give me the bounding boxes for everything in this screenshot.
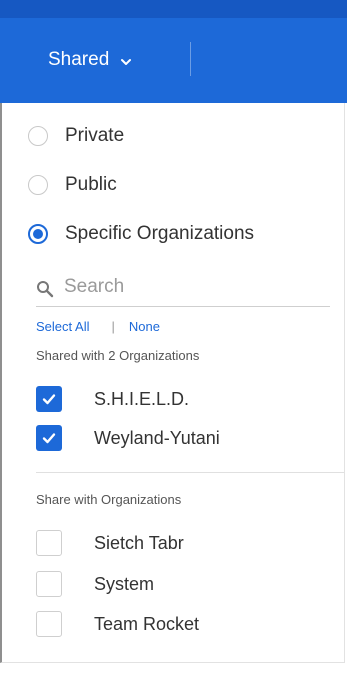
radio-public[interactable]: Public [28,174,117,196]
header-top-strip [0,0,347,18]
org-item-weyland-yutani[interactable]: Weyland-Yutani [36,425,220,451]
radio-specific-organizations[interactable]: Specific Organizations [28,223,254,245]
org-label: Sietch Tabr [94,532,184,553]
org-label: S.H.I.E.L.D. [94,388,190,409]
radio-circle-icon[interactable] [28,126,48,146]
org-item-shield[interactable]: S.H.I.E.L.D. [36,386,189,412]
checkbox-unchecked-icon[interactable] [36,571,62,597]
header-bar: Shared [0,0,347,103]
bulk-select-links: Select All | None [36,319,160,334]
checkbox-unchecked-icon[interactable] [36,530,62,556]
radio-circle-icon[interactable] [28,175,48,195]
link-separator: | [111,319,115,334]
org-label: Team Rocket [94,613,200,634]
shared-section-title: Shared with 2 Organizations [36,348,200,363]
section-divider [36,472,344,473]
radio-selected-icon[interactable] [28,224,48,244]
app-frame: Shared Private Public Specific Organizat… [0,0,347,675]
radio-label: Public [65,174,117,195]
org-item-sietch-tabr[interactable]: Sietch Tabr [36,530,184,556]
search-field [36,268,330,307]
checkbox-checked-icon[interactable] [36,425,62,451]
search-icon [36,280,54,298]
checkbox-unchecked-icon[interactable] [36,611,62,637]
share-dropdown-panel: Private Public Specific Organizations Se… [0,103,345,663]
share-section-title: Share with Organizations [36,492,182,507]
shared-label: Shared [48,49,110,70]
chevron-down-icon [119,53,133,67]
select-none-link[interactable]: None [129,319,160,334]
checkbox-checked-icon[interactable] [36,386,62,412]
radio-private[interactable]: Private [28,125,124,147]
org-label: Weyland-Yutani [94,427,220,448]
radio-label: Private [65,125,125,146]
header-divider [190,42,191,76]
select-all-link[interactable]: Select All [36,319,89,334]
shared-dropdown-button[interactable]: Shared [48,46,133,74]
search-input[interactable] [62,275,306,299]
org-item-system[interactable]: System [36,571,154,597]
org-item-team-rocket[interactable]: Team Rocket [36,611,199,637]
radio-label: Specific Organizations [65,223,255,244]
org-label: System [94,573,155,594]
